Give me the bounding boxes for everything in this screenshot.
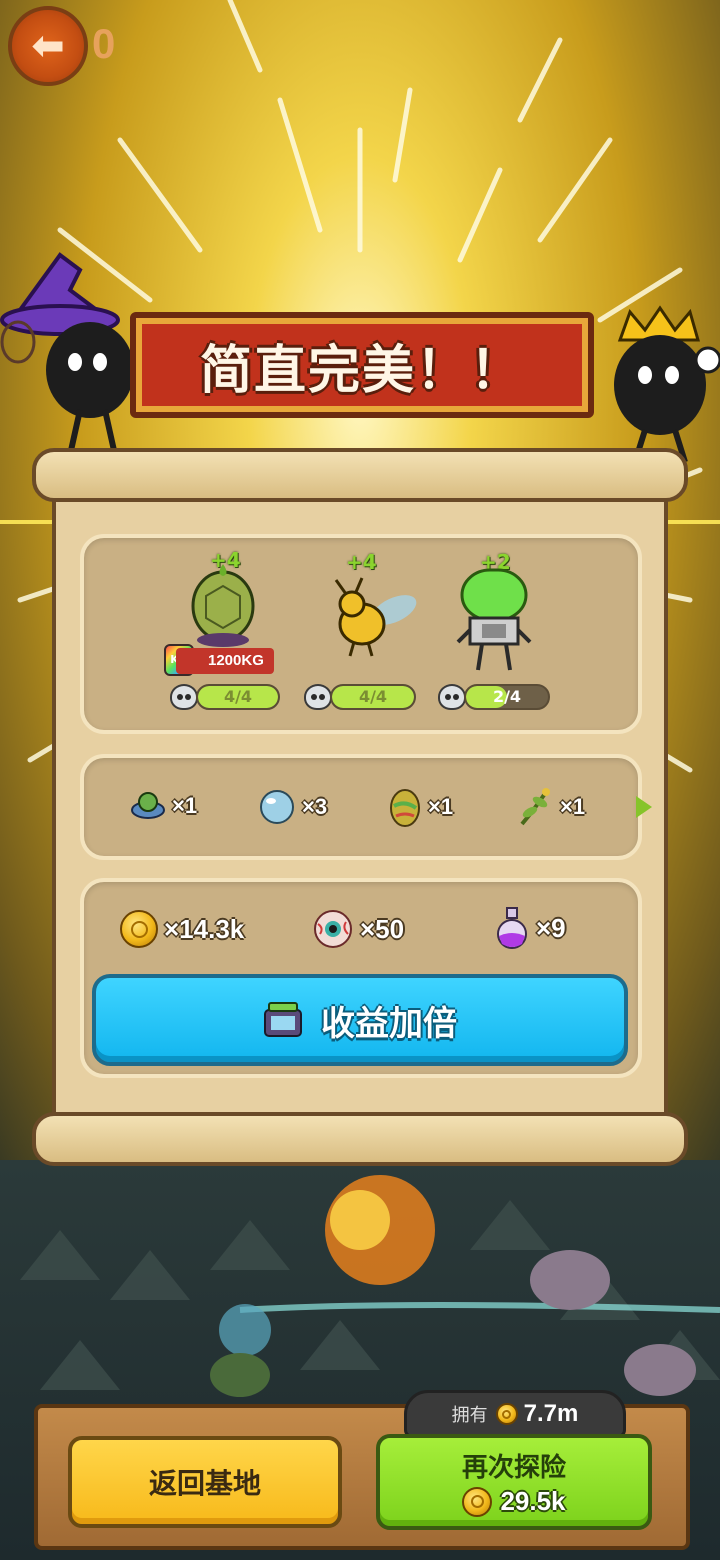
skull-icon: [304, 684, 332, 710]
coin-icon: [462, 1486, 493, 1517]
explore-again-cost-value: 29.5k: [500, 1486, 566, 1516]
arrow-left-icon: ⬅: [31, 23, 65, 69]
double-rewards-button[interactable]: 收益加倍: [92, 974, 628, 1066]
turtle-shell-creature-icon: [191, 564, 255, 647]
owned-coins: 拥有 7.7m: [404, 1390, 626, 1438]
herb-icon: [520, 788, 550, 826]
owned-label: 拥有: [451, 1405, 488, 1426]
creature-1-progress: 4/4: [196, 684, 280, 710]
result-title: 简直完美！！: [199, 340, 524, 401]
coin-icon: [495, 1403, 518, 1425]
eyeball-icon: [314, 910, 352, 948]
scroll-right-arrow-icon[interactable]: [636, 796, 652, 818]
crystal-orb-icon: [260, 790, 294, 824]
king-mascot: [614, 305, 720, 463]
witch-mascot: [0, 252, 134, 456]
back-button[interactable]: ⬅: [8, 6, 88, 86]
scroll-top-rod: [32, 448, 688, 502]
counter-value: 0: [92, 20, 116, 67]
explore-again-label: 再次探险: [461, 1453, 566, 1483]
double-rewards-label: 收益加倍: [321, 1003, 457, 1044]
creature-2-bonus: +4: [346, 550, 377, 574]
item-4-count: ×1: [560, 794, 586, 819]
robot-jar-creature-icon: [456, 568, 532, 671]
item-4: ×1: [516, 786, 585, 828]
bee-creature-icon: [334, 577, 417, 657]
return-base-button[interactable]: 返回基地: [68, 1436, 342, 1528]
item-3-count: ×1: [428, 794, 454, 819]
item-2-count: ×3: [302, 794, 328, 819]
item-3: ×1: [388, 786, 453, 828]
reward-coins-count: ×14.3k: [164, 913, 245, 944]
creature-3-progress-text: 2/4: [492, 687, 522, 706]
skull-icon: [170, 684, 198, 710]
creature-2-progress-text: 4/4: [358, 687, 388, 706]
result-banner: 简直完美！！: [130, 312, 594, 418]
reward-potions-count: ×9: [536, 912, 566, 943]
skull-icon: [438, 684, 466, 710]
item-1-count: ×1: [172, 793, 198, 818]
reward-potions: ×9: [494, 906, 566, 950]
explore-again-button[interactable]: 再次探险 29.5k: [376, 1434, 652, 1530]
creature-3-progress: 2/4: [464, 684, 550, 710]
creature-1-progress-text: 4/4: [223, 687, 253, 706]
weight-badge: 1200KG: [176, 648, 274, 674]
video-tv-icon: [264, 1002, 302, 1037]
ufo-creature-icon: [131, 792, 165, 819]
potion-icon: [497, 907, 527, 949]
item-2: ×3: [258, 788, 327, 826]
creature-2-progress: 4/4: [330, 684, 416, 710]
egg-icon: [390, 789, 420, 827]
scroll-bottom-rod: [32, 1112, 688, 1166]
item-1: ×1: [130, 788, 197, 824]
owned-value: 7.7m: [523, 1400, 579, 1427]
reward-eyes: ×50: [312, 908, 404, 950]
reward-eyes-count: ×50: [360, 913, 405, 944]
reward-coins: ×14.3k: [120, 910, 244, 948]
explore-again-cost: 29.5k: [462, 1486, 566, 1517]
return-base-label: 返回基地: [148, 1467, 261, 1500]
coin-icon: [120, 910, 158, 948]
